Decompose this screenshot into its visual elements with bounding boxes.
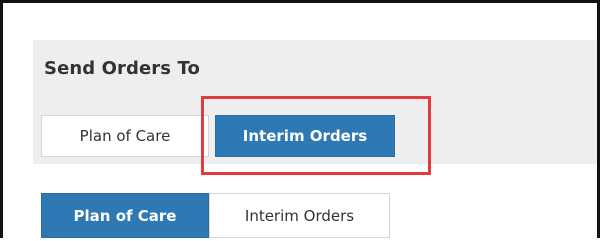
interim-orders-tab[interactable]: Interim Orders [209,193,390,238]
section-title: Send Orders To [44,58,200,79]
plan-of-care-option[interactable]: Plan of Care [41,115,209,157]
send-orders-toggle-group: Plan of Care Interim Orders [33,97,597,164]
section-header: Send Orders To [33,40,597,97]
plan-of-care-tab[interactable]: Plan of Care [41,193,209,238]
interim-orders-option[interactable]: Interim Orders [215,115,395,157]
orders-tab-group: Plan of Care Interim Orders [33,164,597,238]
screenshot-frame: Send Orders To Plan of Care Interim Orde… [0,0,600,238]
